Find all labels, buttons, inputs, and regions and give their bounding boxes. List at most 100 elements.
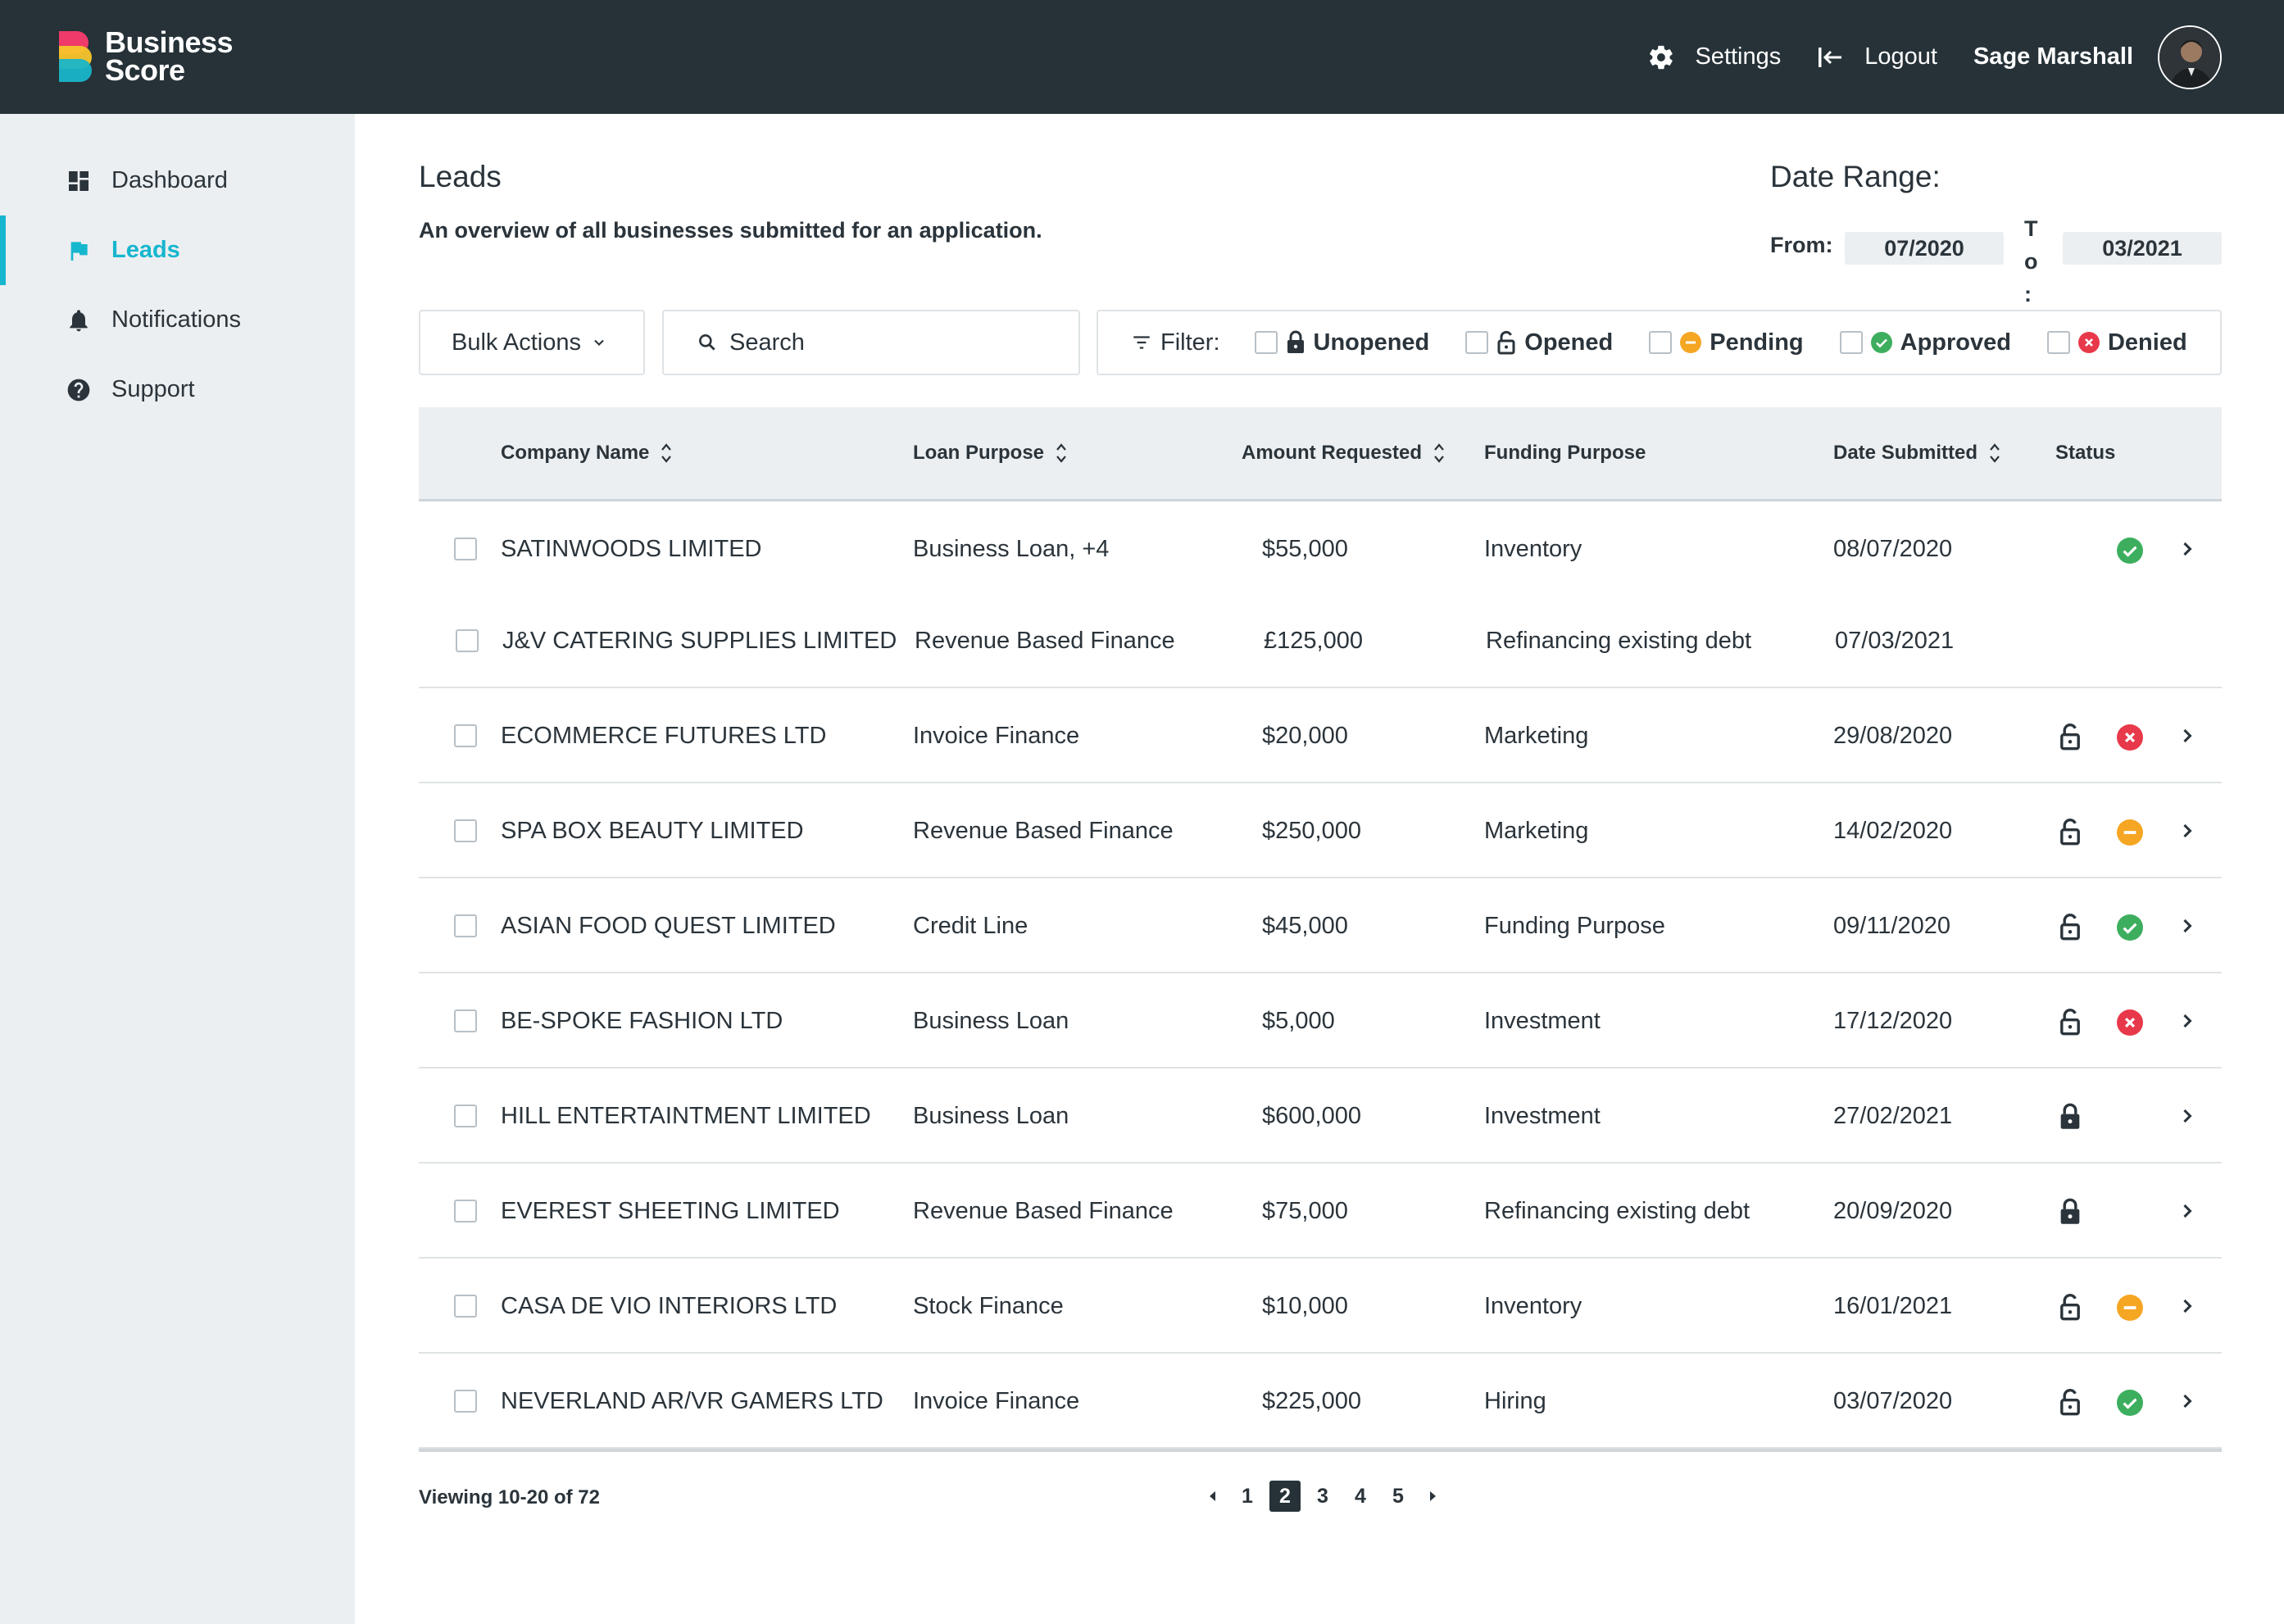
chevron-right-icon[interactable] (2176, 1009, 2199, 1037)
table-row[interactable]: EVEREST SHEETING LIMITED Revenue Based Fi… (419, 1164, 2222, 1259)
table-row[interactable]: SPA BOX BEAUTY LIMITED Revenue Based Fina… (419, 783, 2222, 878)
cell-amount: $45,000 (1262, 912, 1348, 939)
table-row[interactable]: BE-SPOKE FASHION LTD Business Loan $5,000 I… (419, 973, 2222, 1068)
chevron-right-icon[interactable] (2176, 1105, 2199, 1132)
cell-amount: $20,000 (1262, 722, 1348, 749)
cell-funding-purpose: Refinancing existing debt (1486, 627, 1752, 654)
sidebar-item-notifications[interactable]: Notifications (0, 285, 355, 355)
cell-date: 27/02/2021 (1833, 1102, 1953, 1129)
avatar[interactable] (2158, 25, 2222, 89)
table-row[interactable]: NEVERLAND AR/VR GAMERS LTD Invoice Financ… (419, 1354, 2222, 1449)
from-date-field[interactable]: 07/2020 (1845, 232, 2004, 265)
page-1-button[interactable]: 1 (1232, 1481, 1263, 1512)
page-4-button[interactable]: 4 (1345, 1481, 1376, 1512)
sidebar-item-dashboard[interactable]: Dashboard (0, 146, 355, 215)
sidebar-item-support[interactable]: Support (0, 355, 355, 424)
filter-approved[interactable]: Approved (1839, 329, 2011, 356)
page-5-button[interactable]: 5 (1383, 1481, 1414, 1512)
row-checkbox[interactable] (454, 538, 477, 560)
gear-icon (1650, 45, 1673, 69)
lock-closed-icon (2059, 1198, 2082, 1230)
sidebar-item-label: Notifications (111, 306, 241, 333)
cell-date: 14/02/2020 (1833, 817, 1953, 844)
row-checkbox[interactable] (454, 1295, 477, 1318)
bulk-actions-button[interactable]: Bulk Actions (419, 310, 645, 375)
row-checkbox[interactable] (454, 819, 477, 842)
chevron-right-icon[interactable] (2176, 1200, 2199, 1227)
filter-unopened-checkbox[interactable] (1254, 331, 1278, 354)
row-checkbox[interactable] (454, 1200, 477, 1223)
row-checkbox[interactable] (454, 1390, 477, 1413)
column-label: Funding Purpose (1484, 442, 1646, 464)
chevron-right-icon[interactable] (2176, 914, 2199, 941)
cell-date: 29/08/2020 (1833, 722, 1953, 749)
denied-icon (2117, 1009, 2143, 1036)
cell-status (2053, 1164, 2222, 1259)
filter-pending[interactable]: Pending (1649, 329, 1804, 356)
cell-loan-purpose: Business Loan (913, 1007, 1069, 1034)
table-row[interactable]: ECOMMERCE FUTURES LTD Invoice Finance $20,… (419, 688, 2222, 783)
column-label: Loan Purpose (913, 442, 1045, 464)
row-checkbox[interactable] (454, 914, 477, 937)
filter-denied-checkbox[interactable] (2046, 331, 2070, 354)
sort-icon (1990, 443, 2000, 463)
cell-status (2053, 1259, 2222, 1354)
cell-funding-purpose: Investment (1484, 1102, 1601, 1129)
filter-pending-checkbox[interactable] (1649, 331, 1673, 354)
filter-opened[interactable]: Opened (1465, 329, 1613, 356)
table-bottom-border (419, 1449, 2222, 1452)
cell-status (2053, 1354, 2222, 1449)
settings-link[interactable]: Settings (1647, 43, 1781, 71)
cell-status (2053, 878, 2222, 973)
cell-company: SATINWOODS LIMITED (501, 535, 762, 562)
cell-loan-purpose: Stock Finance (913, 1292, 1064, 1319)
table-row[interactable]: J&V CATERING SUPPLIES LIMITED Revenue Bas… (419, 593, 2222, 688)
chevron-right-icon[interactable] (2176, 1295, 2199, 1322)
cell-company: CASA DE VIO INTERIORS LTD (501, 1292, 838, 1319)
search-input[interactable] (729, 329, 1057, 356)
page-title: Leads (419, 160, 502, 193)
column-amount-requested[interactable]: Amount Requested (1242, 407, 1445, 499)
column-loan-purpose[interactable]: Loan Purpose (913, 407, 1067, 499)
chevron-right-icon[interactable] (2176, 724, 2199, 751)
cell-loan-purpose: Credit Line (913, 912, 1028, 939)
column-date-submitted[interactable]: Date Submitted (1833, 407, 2000, 499)
chevron-right-icon[interactable] (2176, 819, 2199, 846)
page-3-button[interactable]: 3 (1307, 1481, 1338, 1512)
filter-denied[interactable]: Denied (2046, 329, 2187, 356)
chevron-right-icon[interactable] (2176, 1390, 2199, 1417)
logout-link[interactable]: Logout (1817, 43, 1937, 70)
user-name[interactable]: Sage Marshall (1973, 43, 2133, 70)
filter-opened-checkbox[interactable] (1465, 331, 1489, 354)
to-date-field[interactable]: 03/2021 (2063, 232, 2222, 265)
lock-open-icon (2059, 1008, 2082, 1040)
sidebar-item-leads[interactable]: Leads (0, 215, 355, 285)
table-footer: Viewing 10-20 of 72 12345 (419, 1473, 2222, 1522)
chevron-down-icon (594, 339, 604, 346)
filter-unopened-label: Unopened (1313, 329, 1430, 356)
sidebar-item-label: Dashboard (111, 167, 228, 193)
filter-unopened[interactable]: Unopened (1254, 329, 1430, 356)
table-row[interactable]: ASIAN FOOD QUEST LIMITED Credit Line $45,0… (419, 878, 2222, 973)
search-field[interactable] (662, 310, 1080, 375)
filter-approved-checkbox[interactable] (1839, 331, 1863, 354)
row-checkbox[interactable] (454, 1009, 477, 1032)
column-company-name[interactable]: Company Name (501, 407, 672, 499)
filter-bar: Filter: Unopened Opened Pending Approved (1097, 310, 2222, 375)
logout-icon (1819, 47, 1842, 67)
brand-logo[interactable]: Business Score (57, 28, 234, 85)
next-page-icon[interactable] (1420, 1481, 1445, 1512)
row-checkbox[interactable] (454, 1105, 477, 1127)
cell-funding-purpose: Investment (1484, 1007, 1601, 1034)
cell-date: 17/12/2020 (1833, 1007, 1953, 1034)
prev-page-icon[interactable] (1201, 1481, 1225, 1512)
row-checkbox[interactable] (456, 629, 479, 652)
table-row[interactable]: SATINWOODS LIMITED Business Loan, +4 $55,0… (419, 501, 2222, 593)
table-row[interactable]: HILL ENTERTAINTMENT LIMITED Business Loan… (419, 1068, 2222, 1164)
page-subtitle: An overview of all businesses submitted … (419, 218, 1042, 243)
page-2-button[interactable]: 2 (1269, 1481, 1301, 1512)
chevron-right-icon[interactable] (2176, 538, 2199, 565)
bell-icon (70, 309, 88, 331)
table-row[interactable]: CASA DE VIO INTERIORS LTD Stock Finance $1… (419, 1259, 2222, 1354)
row-checkbox[interactable] (454, 724, 477, 747)
